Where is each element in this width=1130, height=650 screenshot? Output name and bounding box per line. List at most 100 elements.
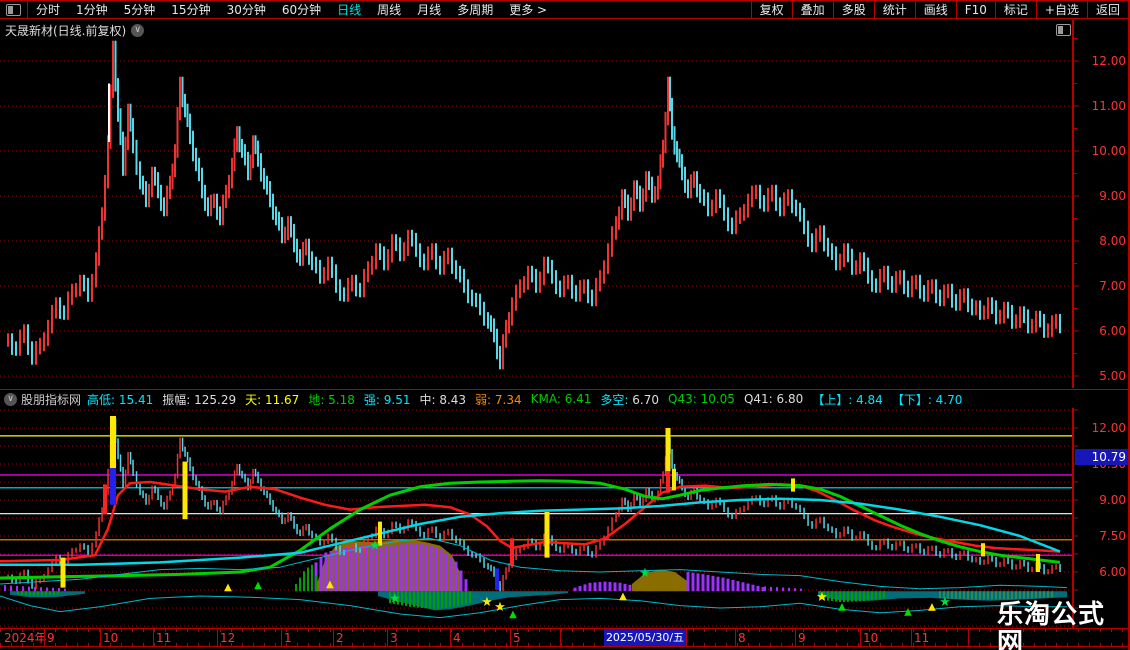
svg-text:8.00: 8.00 <box>1099 234 1126 248</box>
svg-text:7.50: 7.50 <box>1099 529 1126 543</box>
title-dropdown-icon[interactable]: ∨ <box>131 24 144 37</box>
period-tab-5[interactable]: 60分钟 <box>274 1 329 18</box>
month-label-5: 2 <box>336 630 344 646</box>
split-panel-icon[interactable] <box>0 1 28 18</box>
indicator-value-1: 振幅: 125.29 <box>162 391 236 408</box>
maximize-pane-icon[interactable] <box>1056 24 1071 36</box>
month-label-3: 12 <box>220 630 235 646</box>
svg-text:▲: ▲ <box>326 579 334 590</box>
watermark-site-name: 乐淘公式网 <box>997 601 1130 650</box>
month-separator <box>735 629 736 646</box>
month-label-10: 9 <box>798 630 806 646</box>
indicator-header: ∨ 股朋指标网 高低: 15.41 振幅: 125.29 天: 11.67 地: 5.… <box>0 389 1130 408</box>
svg-text:★: ★ <box>481 595 493 610</box>
month-label-8: 5 <box>513 630 521 646</box>
toolbar-button-0[interactable]: 复权 <box>751 1 792 18</box>
chart-title: 天晟新材(日线.前复权) <box>5 22 126 39</box>
month-separator <box>281 629 282 646</box>
period-tab-9[interactable]: 多周期 <box>449 1 501 18</box>
month-separator <box>153 629 154 646</box>
svg-text:12.00: 12.00 <box>1092 421 1126 435</box>
indicator-value-10: Q41: 6.80 <box>744 392 803 406</box>
toolbar-button-4[interactable]: 画线 <box>915 1 956 18</box>
indicator-collapse-icon[interactable]: ∨ <box>4 393 17 406</box>
watermark: 乐淘公式网 www.60lt.com <box>997 601 1130 650</box>
svg-text:★: ★ <box>939 595 951 610</box>
period-tabs: 分时1分钟5分钟15分钟30分钟60分钟日线周线月线多周期更多 > <box>28 1 555 18</box>
month-label-6: 3 <box>390 630 398 646</box>
svg-text:▲: ▲ <box>509 609 517 620</box>
period-tab-10[interactable]: 更多 > <box>501 1 555 18</box>
indicator-value-9: Q43: 10.05 <box>668 392 735 406</box>
period-tab-6[interactable]: 日线 <box>329 1 369 18</box>
toolbar-button-7[interactable]: +自选 <box>1036 1 1087 18</box>
svg-text:★: ★ <box>389 591 401 606</box>
svg-text:▲: ▲ <box>254 580 262 591</box>
month-separator <box>860 629 861 646</box>
indicator-value-2: 天: 11.67 <box>245 391 299 408</box>
period-tab-8[interactable]: 月线 <box>409 1 449 18</box>
svg-text:5.00: 5.00 <box>1099 369 1126 383</box>
indicator-panel-chart[interactable]: ★★★★★★★▲▲▲▲▲▲▲▲12.0010.509.007.506.0010.… <box>0 408 1130 628</box>
toolbar-button-8[interactable]: 返回 <box>1087 1 1128 18</box>
svg-text:7.00: 7.00 <box>1099 279 1126 293</box>
svg-text:10.79: 10.79 <box>1092 450 1126 464</box>
period-tab-4[interactable]: 30分钟 <box>219 1 274 18</box>
svg-text:9.00: 9.00 <box>1099 189 1126 203</box>
month-separator <box>387 629 388 646</box>
toolbar-actions: 复权叠加多股统计画线F10标记+自选返回 <box>751 1 1128 18</box>
month-label-9: 8 <box>738 630 746 646</box>
month-separator <box>450 629 451 646</box>
year-label: 2024年 <box>4 630 47 646</box>
toolbar-button-2[interactable]: 多股 <box>833 1 874 18</box>
svg-text:12.00: 12.00 <box>1092 54 1126 68</box>
period-tab-0[interactable]: 分时 <box>28 1 68 18</box>
month-separator <box>100 629 101 646</box>
month-separator <box>968 629 969 646</box>
period-tab-7[interactable]: 周线 <box>369 1 409 18</box>
period-tab-3[interactable]: 15分钟 <box>163 1 218 18</box>
svg-text:★: ★ <box>816 590 828 605</box>
period-tab-2[interactable]: 5分钟 <box>116 1 164 18</box>
svg-text:6.00: 6.00 <box>1099 324 1126 338</box>
indicator-value-0: 高低: 15.41 <box>87 391 153 408</box>
svg-text:★: ★ <box>639 566 651 581</box>
svg-text:▲: ▲ <box>904 606 912 617</box>
svg-text:11.00: 11.00 <box>1092 99 1126 113</box>
month-label-12: 11 <box>914 630 929 646</box>
indicator-value-4: 强: 9.51 <box>364 391 411 408</box>
month-separator <box>510 629 511 646</box>
main-price-chart[interactable]: 12.0011.0010.009.008.007.006.005.00 <box>0 20 1130 388</box>
month-separator <box>217 629 218 646</box>
month-label-11: 10 <box>863 630 878 646</box>
month-label-0: 9 <box>47 630 55 646</box>
indicator-source-label: 股朋指标网 <box>21 391 81 408</box>
svg-text:▲: ▲ <box>224 582 232 593</box>
indicator-source: ∨ 股朋指标网 <box>0 391 81 408</box>
svg-text:▲: ▲ <box>928 602 936 613</box>
indicator-value-11: 【上】: 4.84 <box>812 391 883 408</box>
svg-text:▲: ▲ <box>619 591 627 602</box>
period-tab-1[interactable]: 1分钟 <box>68 1 116 18</box>
toolbar-button-6[interactable]: 标记 <box>995 1 1036 18</box>
toolbar-button-5[interactable]: F10 <box>956 1 995 18</box>
month-separator <box>44 629 45 646</box>
indicator-value-5: 中: 8.43 <box>419 391 466 408</box>
indicator-value-3: 地: 5.18 <box>308 391 355 408</box>
month-separator <box>333 629 334 646</box>
date-axis: 2024年 9101112123458910112025/05/30/五 <box>0 628 1128 647</box>
indicator-value-8: 多空: 6.70 <box>600 391 659 408</box>
month-label-2: 11 <box>156 630 171 646</box>
indicator-value-12: 【下】: 4.70 <box>892 391 963 408</box>
month-label-1: 10 <box>103 630 118 646</box>
month-separator <box>795 629 796 646</box>
svg-text:▲: ▲ <box>838 602 846 613</box>
toolbar-button-3[interactable]: 统计 <box>874 1 915 18</box>
toolbar: 分时1分钟5分钟15分钟30分钟60分钟日线周线月线多周期更多 > 复权叠加多股… <box>0 0 1128 19</box>
chart-title-row: 天晟新材(日线.前复权) ∨ <box>5 22 144 39</box>
app-window: 分时1分钟5分钟15分钟30分钟60分钟日线周线月线多周期更多 > 复权叠加多股… <box>0 0 1130 650</box>
indicator-value-6: 弱: 7.34 <box>475 391 522 408</box>
month-separator <box>560 629 561 646</box>
indicator-value-7: KMA: 6.41 <box>531 392 592 406</box>
toolbar-button-1[interactable]: 叠加 <box>792 1 833 18</box>
